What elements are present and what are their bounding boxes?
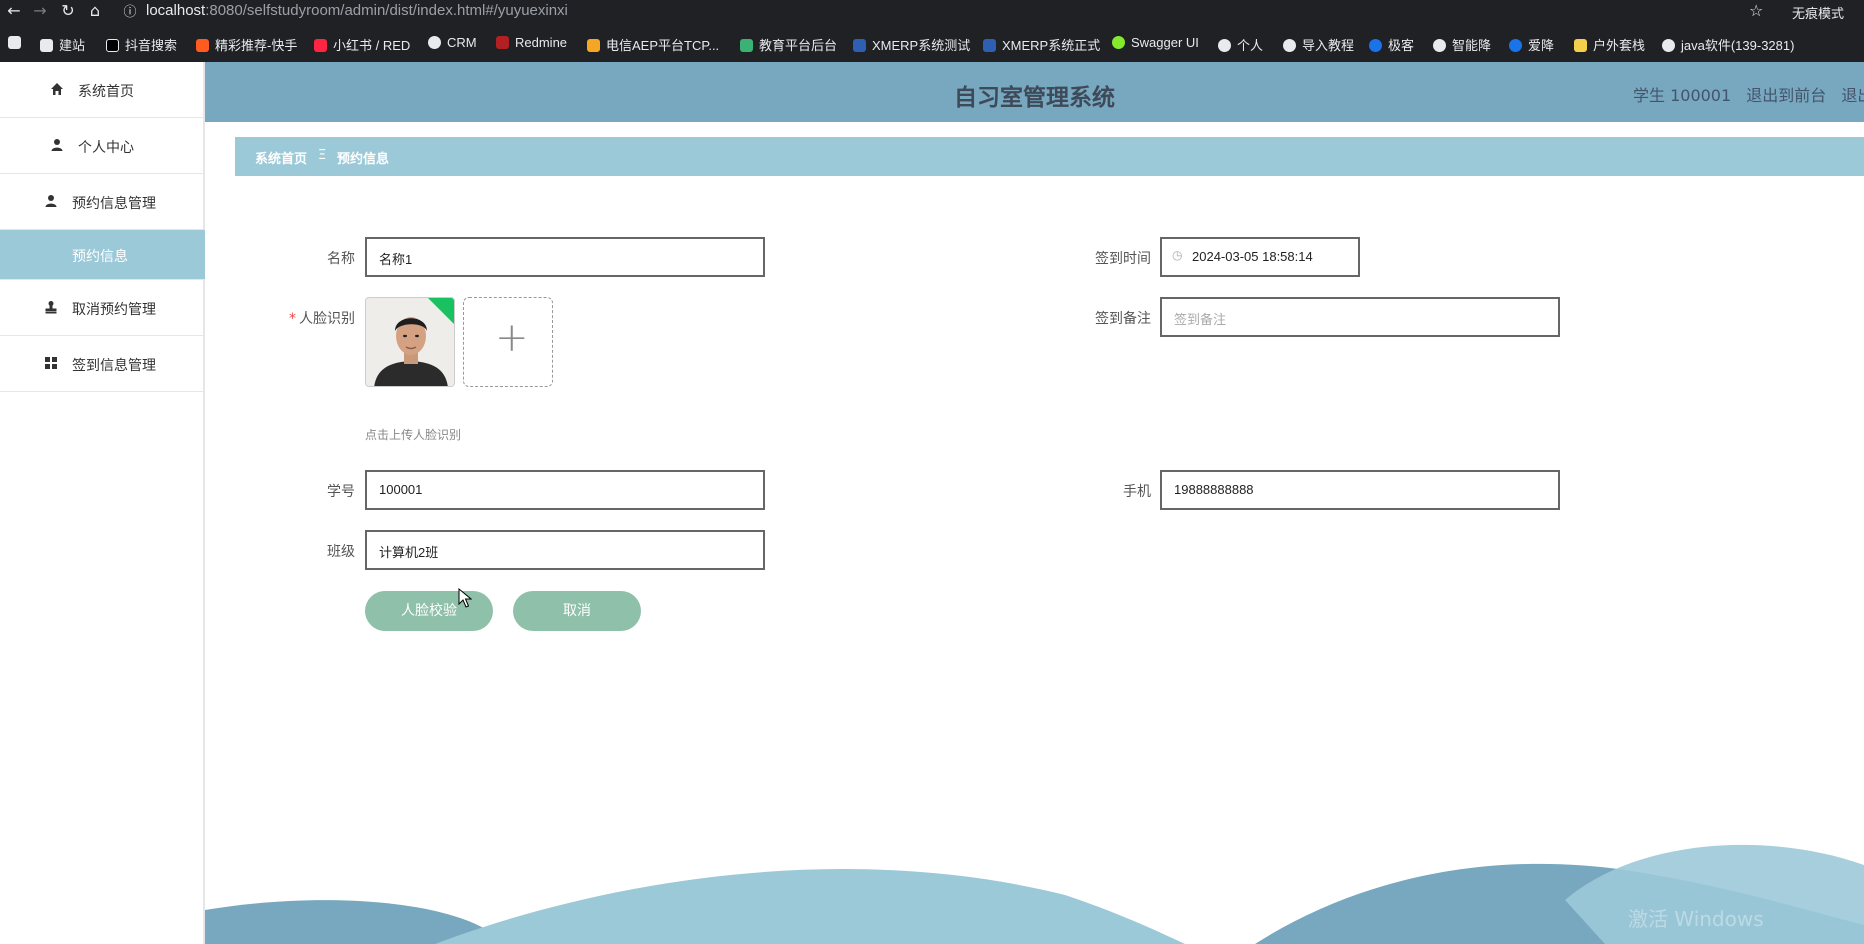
cancel-button[interactable]: 取消 — [513, 591, 641, 631]
incognito-label: 无痕模式 — [1792, 7, 1845, 22]
bookmark-item[interactable]: 极客 — [1369, 35, 1414, 54]
decorative-waves — [205, 844, 1864, 944]
breadcrumb-separator: Ξ — [318, 148, 327, 163]
bookmark-item[interactable]: 建站 — [40, 35, 85, 54]
stamp-icon — [45, 301, 57, 314]
sidebar-item-label: 签到信息管理 — [72, 358, 156, 374]
reload-icon[interactable]: ↻ — [58, 1, 78, 20]
bookmark-item[interactable]: 小红书 / RED — [314, 35, 410, 54]
site-info-icon[interactable]: ⓘ — [120, 1, 140, 20]
address-row: ← → ↻ ⌂ ⓘ localhost:8080/selfstudyroom/a… — [0, 0, 1864, 22]
face-photo[interactable] — [365, 297, 455, 387]
bookmark-item[interactable]: 户外套栈 — [1574, 35, 1645, 54]
bookmark-item[interactable]: Swagger UI — [1112, 35, 1199, 50]
bookmark-item[interactable]: 爱降 — [1509, 35, 1554, 54]
current-user: 学生 100001 — [1633, 86, 1732, 105]
bookmark-item[interactable]: 电信AEP平台TCP... — [587, 35, 719, 54]
windows-activation-watermark: 激活 Windows — [1628, 907, 1764, 931]
app-header: 自习室管理系统 学生 100001 退出到前台 退出登 — [205, 62, 1864, 122]
bookmark-item[interactable]: CRM — [428, 35, 477, 50]
user-icon — [51, 139, 63, 151]
class-label: 班级 — [327, 544, 355, 560]
bookmark-item[interactable]: 个人 — [1218, 35, 1263, 54]
clock-icon: ◷ — [1172, 248, 1183, 262]
face-verify-button[interactable]: 人脸校验 — [365, 591, 493, 631]
sidebar-item-home[interactable]: 系统首页 — [0, 62, 205, 118]
bookmark-item[interactable]: Redmine — [496, 35, 567, 50]
url-host: localhost — [146, 2, 206, 19]
checkin-time-value: 2024-03-05 18:58:14 — [1192, 249, 1313, 264]
bookmark-item[interactable]: 导入教程 — [1283, 35, 1354, 54]
sidebar-item-profile[interactable]: 个人中心 — [0, 118, 205, 174]
face-label: * 人脸识别 — [289, 311, 355, 327]
checkin-note-field[interactable]: 签到备注 — [1160, 297, 1560, 337]
app-title: 自习室管理系统 — [954, 85, 1115, 111]
upload-hint: 点击上传人脸识别 — [365, 428, 462, 442]
bookmark-item[interactable]: 智能降 — [1433, 35, 1491, 54]
home-icon — [51, 83, 63, 95]
sidebar-item-checkin-mgmt[interactable]: 签到信息管理 — [0, 336, 205, 392]
sidebar-item-cancel-mgmt[interactable]: 取消预约管理 — [0, 280, 205, 336]
header-user-area: 学生 100001 退出到前台 退出登 — [1633, 82, 1864, 106]
back-to-front-link[interactable]: 退出到前台 — [1746, 86, 1826, 105]
plus-icon: + — [495, 315, 529, 361]
breadcrumb-home[interactable]: 系统首页 — [255, 148, 307, 167]
bookmark-item[interactable]: XMERP系统测试 — [853, 35, 970, 54]
name-field[interactable]: 名称1 — [365, 237, 765, 277]
bookmark-item[interactable]: 教育平台后台 — [740, 35, 837, 54]
breadcrumb: 系统首页 Ξ 预约信息 — [235, 137, 1864, 176]
bookmark-item[interactable]: java软件(139-3281) — [1662, 35, 1794, 54]
sidebar-item-reservation-info[interactable]: 预约信息 — [0, 230, 205, 280]
checkin-time-field[interactable]: ◷ 2024-03-05 18:58:14 — [1160, 237, 1360, 277]
address-bar[interactable]: localhost:8080/selfstudyroom/admin/dist/… — [146, 2, 568, 19]
bookmark-item[interactable]: 精彩推荐-快手 — [196, 35, 297, 54]
required-mark: * — [289, 311, 296, 327]
phone-field[interactable]: 19888888888 — [1160, 470, 1560, 510]
bookmark-star-icon[interactable]: ☆ — [1749, 1, 1763, 20]
student-no-field[interactable]: 100001 — [365, 470, 765, 510]
student-no-label: 学号 — [327, 484, 355, 500]
sidebar-item-label: 预约信息管理 — [72, 196, 156, 212]
class-field[interactable]: 计算机2班 — [365, 530, 765, 570]
upload-success-badge — [428, 298, 454, 324]
bookmark-apps-icon[interactable] — [8, 35, 27, 50]
sidebar-item-label: 取消预约管理 — [72, 302, 156, 318]
sidebar-item-label: 系统首页 — [78, 84, 134, 100]
phone-label: 手机 — [1123, 484, 1151, 500]
sidebar-item-reservation-mgmt[interactable]: 预约信息管理 — [0, 174, 205, 230]
logout-link[interactable]: 退出登 — [1841, 86, 1864, 105]
back-icon[interactable]: ← — [4, 1, 24, 20]
sidebar: 系统首页 个人中心 预约信息管理 预约信息 取消预约管理 签到信息管理 — [0, 62, 205, 944]
breadcrumb-current: 预约信息 — [337, 152, 390, 167]
checkin-note-label: 签到备注 — [1095, 311, 1151, 327]
mouse-cursor-icon — [458, 588, 472, 608]
user-icon — [45, 195, 57, 207]
forward-icon[interactable]: → — [30, 1, 50, 20]
url-path: :8080/selfstudyroom/admin/dist/index.htm… — [205, 2, 568, 19]
checkin-time-label: 签到时间 — [1095, 251, 1151, 267]
browser-chrome: ← → ↻ ⌂ ⓘ localhost:8080/selfstudyroom/a… — [0, 0, 1864, 62]
grid-icon — [45, 357, 57, 369]
bookmark-item[interactable]: 抖音搜索 — [106, 35, 177, 54]
face-upload-button[interactable]: + — [463, 297, 553, 387]
bookmark-item[interactable]: XMERP系统正式 — [983, 35, 1100, 54]
name-label: 名称 — [327, 251, 355, 267]
home-nav-icon[interactable]: ⌂ — [85, 1, 105, 20]
sidebar-item-label: 预约信息 — [72, 249, 128, 265]
sidebar-item-label: 个人中心 — [78, 140, 134, 156]
bookmarks-bar: 建站 抖音搜索 精彩推荐-快手 小红书 / RED CRM Redmine 电信… — [0, 32, 1864, 58]
